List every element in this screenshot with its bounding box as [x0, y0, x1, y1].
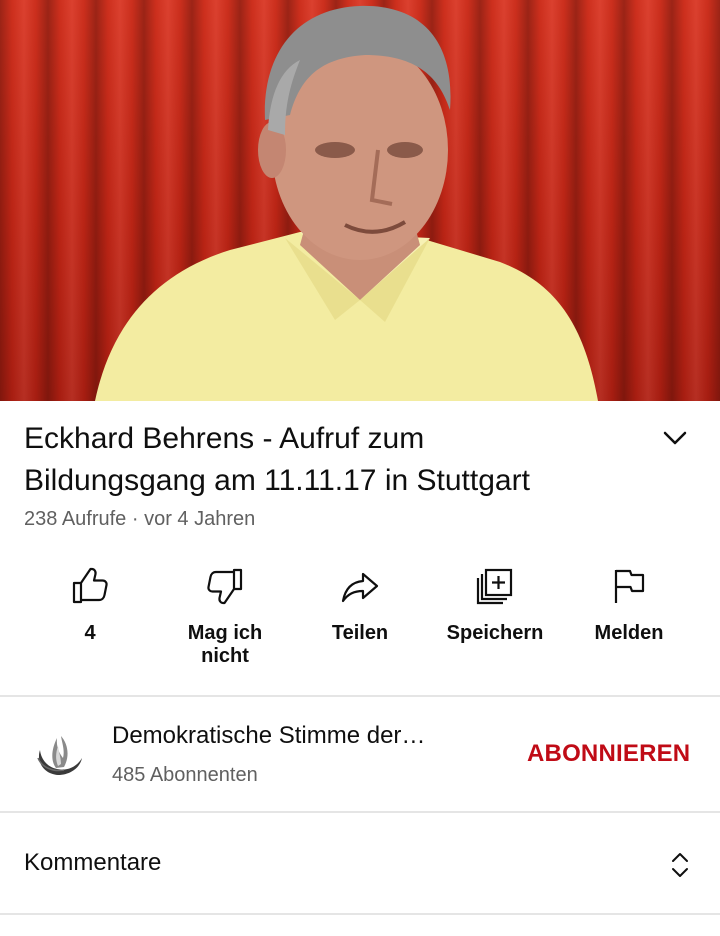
video-player[interactable]: [0, 0, 720, 401]
video-title-line1: Eckhard Behrens - Aufruf zum: [24, 422, 425, 455]
save-label: Speichern: [446, 622, 544, 644]
comments-section[interactable]: Kommentare: [0, 813, 720, 913]
meta-separator: ·: [126, 508, 145, 530]
thumbs-up-icon: [72, 567, 108, 604]
channel-name[interactable]: Demokratische Stimme der…: [112, 722, 425, 750]
view-count: 238 Aufrufe: [24, 508, 127, 530]
video-title-block: Eckhard Behrens - Aufruf zum Bildungsgan…: [24, 418, 696, 502]
comments-label: Kommentare: [24, 849, 162, 876]
dislike-label-line2: nicht: [201, 645, 249, 667]
report-label: Melden: [594, 622, 664, 644]
share-button[interactable]: Teilen: [285, 566, 435, 645]
upload-age: vor 4 Jahren: [144, 508, 256, 530]
channel-avatar[interactable]: [30, 728, 86, 780]
chevron-down-icon[interactable]: [660, 426, 690, 450]
share-label: Teilen: [331, 622, 389, 644]
divider: [0, 913, 720, 915]
dislike-label-line1: Mag ich: [187, 622, 263, 644]
save-button[interactable]: Speichern: [420, 566, 570, 645]
video-meta: 238 Aufrufe · vor 4 Jahren: [24, 508, 255, 531]
video-title: Eckhard Behrens - Aufruf zum Bildungsgan…: [24, 418, 624, 502]
like-button[interactable]: 4: [15, 566, 165, 645]
channel-row[interactable]: Demokratische Stimme der… 485 Abonnenten…: [0, 698, 720, 810]
action-bar: 4 Mag ich nicht Teilen Speichern Melden: [0, 566, 720, 676]
share-icon: [341, 572, 379, 603]
expand-collapse-icon[interactable]: [668, 849, 692, 881]
like-count: 4: [84, 622, 96, 644]
video-title-line2: Bildungsgang am 11.11.17 in Stuttgart: [24, 464, 530, 497]
subscriber-count: 485 Abonnenten: [112, 764, 258, 786]
subscribe-button[interactable]: ABONNIEREN: [527, 740, 690, 768]
divider: [0, 695, 720, 697]
flag-icon: [614, 569, 645, 603]
dislike-button[interactable]: Mag ich nicht: [150, 566, 300, 668]
thumbs-down-icon: [207, 568, 243, 605]
video-frame-person: [95, 5, 598, 401]
add-to-playlist-icon: [476, 568, 513, 605]
report-button[interactable]: Melden: [554, 566, 704, 645]
